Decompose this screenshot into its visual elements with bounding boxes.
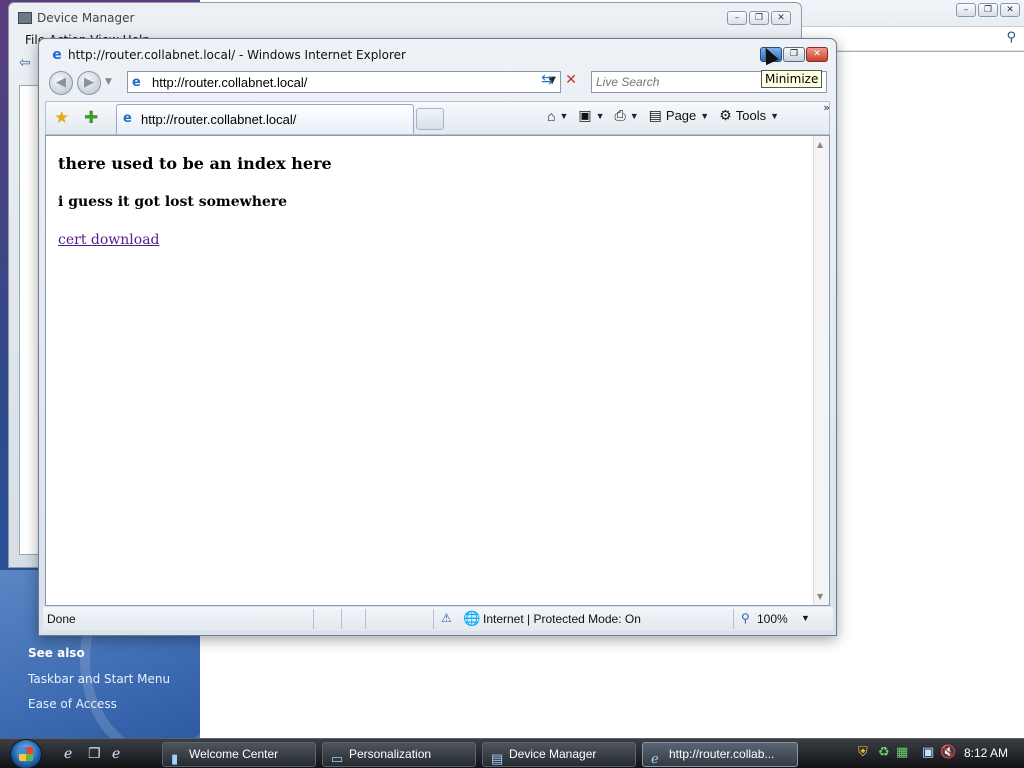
favorites-star-icon[interactable]: ★ <box>54 108 69 128</box>
defender-icon[interactable]: ♻ <box>878 745 890 760</box>
tab-label: http://router.collabnet.local/ <box>141 112 297 127</box>
page-subheading: i guess it got lost somewhere <box>58 194 288 210</box>
protected-mode-icon[interactable]: ⚠ <box>441 611 452 625</box>
globe-icon: 🌐 <box>463 610 481 626</box>
chevron-down-icon: ▼ <box>629 110 639 121</box>
taskbar: ℯ ❐ ℯ ▮ Welcome Center ▭ Personalization… <box>0 738 1024 768</box>
ie-logo-icon: e <box>52 47 62 63</box>
close-button[interactable]: ✕ <box>806 47 828 62</box>
scroll-up-icon[interactable]: ▲ <box>817 140 823 149</box>
tab-router[interactable]: e http://router.collabnet.local/ <box>116 104 414 134</box>
taskbar-personalization[interactable]: ▭ Personalization <box>322 742 476 767</box>
maximize-button[interactable]: ❐ <box>783 47 805 62</box>
minimize-tooltip: Minimize <box>761 70 823 88</box>
address-input[interactable] <box>152 74 532 90</box>
back-arrow-icon[interactable]: ⇦ <box>19 55 39 75</box>
network-status-icon[interactable]: ▦ <box>896 745 908 760</box>
dm-minimize-button[interactable]: – <box>727 11 747 25</box>
taskbar-label: Welcome Center <box>189 747 279 761</box>
ease-of-access-link[interactable]: Ease of Access <box>28 697 117 711</box>
page-icon: e <box>132 75 141 90</box>
status-separator <box>365 609 366 629</box>
home-button[interactable]: ⌂ ▼ <box>547 108 568 124</box>
system-tray: ⛨ ♻ ▦ ▣ 🔇 8:12 AM <box>852 739 1024 768</box>
stop-icon[interactable]: ✕ <box>561 72 581 92</box>
page-icon: e <box>123 111 132 126</box>
zoom-icon[interactable]: ⚲ <box>741 611 750 625</box>
address-bar[interactable]: e ▼ <box>127 71 561 93</box>
gear-icon: ⚙ <box>719 107 732 123</box>
tools-menu-button[interactable]: ⚙ Tools ▼ <box>719 107 779 124</box>
taskbar-start-menu-link[interactable]: Taskbar and Start Menu <box>28 672 170 686</box>
minimize-button[interactable]: – <box>956 3 976 17</box>
maximize-button[interactable]: ❐ <box>978 3 998 17</box>
status-bar: Done ⚠ 🌐 Internet | Protected Mode: On ⚲… <box>43 607 833 631</box>
ie-quicklaunch-icon[interactable]: ℯ <box>64 746 72 762</box>
chevron-down-icon: ▼ <box>770 110 780 121</box>
taskbar-label: Device Manager <box>509 747 597 761</box>
back-button[interactable]: ◀ <box>49 71 73 95</box>
search-icon[interactable]: ⚲ <box>1006 30 1016 45</box>
ie-quicklaunch-icon[interactable]: ℯ <box>112 746 120 762</box>
add-favorite-icon[interactable]: ✚ <box>84 108 98 128</box>
page-heading: there used to be an index here <box>58 154 332 173</box>
ie-window: e http://router.collabnet.local/ - Windo… <box>38 38 837 636</box>
volume-muted-icon[interactable]: 🔇 <box>940 745 956 760</box>
windows-logo-icon <box>19 747 33 761</box>
see-also-heading: See also <box>28 646 85 660</box>
zoom-dropdown-icon[interactable]: ▼ <box>801 613 810 623</box>
device-manager-icon <box>18 12 32 24</box>
taskbar-label: http://router.collab... <box>669 747 775 761</box>
search-input[interactable] <box>596 74 756 90</box>
zoom-level[interactable]: 100% <box>757 612 788 626</box>
new-tab-button[interactable] <box>416 108 444 130</box>
status-separator <box>341 609 342 629</box>
tools-menu-label: Tools <box>735 108 767 123</box>
feeds-button[interactable]: ▣ ▼ <box>578 107 604 124</box>
switch-windows-icon[interactable]: ❐ <box>88 746 101 762</box>
forward-button[interactable]: ▶ <box>77 71 101 95</box>
security-zone-label[interactable]: Internet | Protected Mode: On <box>483 612 641 626</box>
page-menu-icon: ▤ <box>648 107 662 123</box>
refresh-icon[interactable]: ⇆ <box>537 72 557 92</box>
printer-icon: ⎙ <box>614 107 626 123</box>
close-button[interactable]: ✕ <box>1000 3 1020 17</box>
monitor-icon: ▭ <box>331 751 344 766</box>
dm-close-button[interactable]: ✕ <box>771 11 791 25</box>
status-text: Done <box>47 612 76 626</box>
rss-icon: ▣ <box>578 107 592 123</box>
print-button[interactable]: ⎙ ▼ <box>615 107 639 124</box>
chevron-down-icon: ▼ <box>595 110 605 121</box>
page-content: there used to be an index here i guess i… <box>45 135 830 606</box>
scroll-down-icon[interactable]: ▼ <box>817 592 823 601</box>
command-bar: ⌂ ▼ ▣ ▼ ⎙ ▼ ▤ Page ▼ ⚙ Tools ▼ <box>547 107 779 124</box>
page-menu-label: Page <box>665 108 697 123</box>
clock[interactable]: 8:12 AM <box>964 746 1008 760</box>
taskbar-device-manager[interactable]: ▤ Device Manager <box>482 742 636 767</box>
status-separator <box>313 609 314 629</box>
taskbar-label: Personalization <box>349 747 432 761</box>
status-separator <box>433 609 434 629</box>
welcome-icon: ▮ <box>171 751 179 766</box>
status-separator <box>733 609 734 629</box>
dm-maximize-button[interactable]: ❐ <box>749 11 769 25</box>
window-title: http://router.collabnet.local/ - Windows… <box>68 48 406 62</box>
home-icon: ⌂ <box>547 107 556 124</box>
chevron-down-icon: ▼ <box>700 110 710 121</box>
taskbar-welcome-center[interactable]: ▮ Welcome Center <box>162 742 316 767</box>
history-dropdown-icon[interactable]: ▼ <box>105 77 112 87</box>
start-button[interactable] <box>10 739 42 768</box>
page-menu-button[interactable]: ▤ Page ▼ <box>649 107 710 124</box>
taskbar-ie[interactable]: ℯ http://router.collab... <box>642 742 798 767</box>
network-icon[interactable]: ▣ <box>922 745 934 760</box>
toolbar-overflow-icon[interactable]: » <box>823 101 830 114</box>
device-manager-title: Device Manager <box>37 11 135 25</box>
security-alert-icon[interactable]: ⛨ <box>858 745 868 760</box>
ie-icon: ℯ <box>651 751 659 766</box>
vertical-scrollbar[interactable]: ▲ ▼ <box>813 136 829 605</box>
chevron-down-icon: ▼ <box>559 110 569 121</box>
cert-download-link[interactable]: cert download <box>58 232 160 248</box>
device-icon: ▤ <box>491 751 504 766</box>
